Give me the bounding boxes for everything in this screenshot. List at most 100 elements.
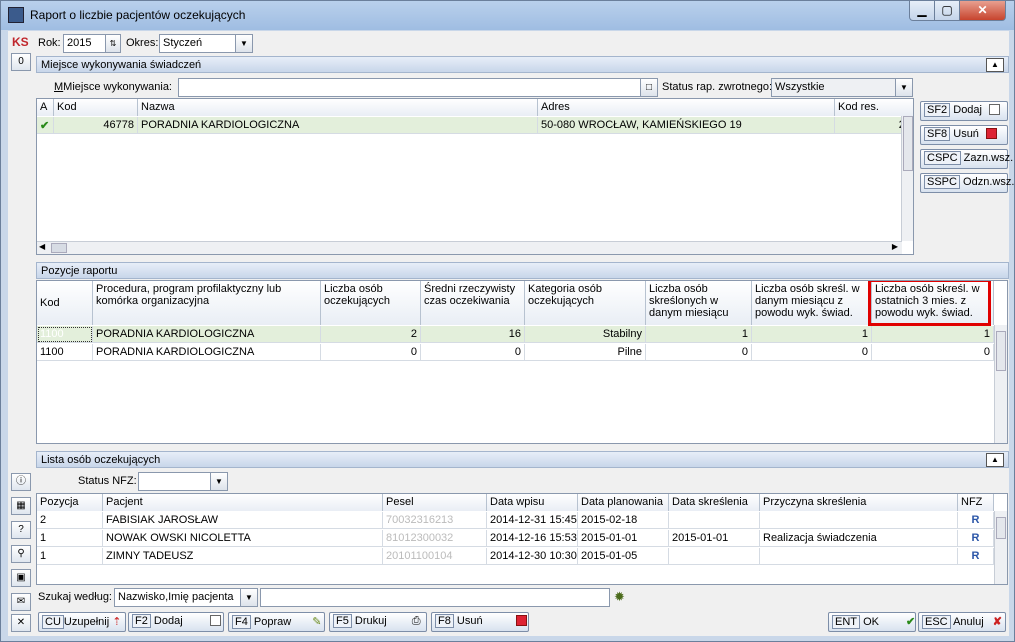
col-data-planowania[interactable]: Data planowania	[578, 494, 669, 511]
okres-select[interactable]: Styczeń ▼	[159, 34, 253, 53]
scroll-thumb[interactable]	[903, 116, 913, 171]
collapse-miejsca-icon[interactable]: ▲	[986, 58, 1004, 72]
col-skreslonych-wyk[interactable]: Liczba osób skreśl. w danym miesiącu z p…	[752, 281, 872, 325]
col-adres[interactable]: Adres	[538, 99, 835, 116]
status-nfz-label: Status NFZ:	[78, 475, 137, 487]
cell-pesel: 81012300032	[383, 530, 487, 547]
uzupelnij-button[interactable]: CU Uzupełnij ⇡	[38, 612, 126, 632]
chevron-down-icon[interactable]: ▼	[895, 79, 912, 96]
col-kodres[interactable]: Kod res.	[835, 99, 913, 116]
col-pozycja[interactable]: Pozycja	[37, 494, 103, 511]
col-kod[interactable]: Kod	[37, 281, 93, 325]
miejsce-input[interactable]: □	[178, 78, 658, 97]
cell-data-skreslenia: 2015-01-01	[669, 530, 760, 547]
chevron-down-icon[interactable]: ▼	[240, 589, 257, 606]
highlight-box	[868, 281, 991, 326]
col-nazwa[interactable]: Nazwa	[138, 99, 538, 116]
spinner-arrows-icon[interactable]: ⇅	[105, 35, 120, 52]
search-icon[interactable]: ⚲	[11, 545, 31, 563]
nfz-report-icon[interactable]: R	[958, 530, 994, 547]
zero-button[interactable]: 0	[11, 53, 31, 71]
collapse-lista-icon[interactable]: ▲	[986, 453, 1004, 467]
col-skreslonych[interactable]: Liczba osób skreślonych w danym miesiącu	[646, 281, 752, 325]
dodaj-miejsce-button[interactable]: SF2 Dodaj	[920, 101, 1008, 121]
lookup-icon[interactable]: □	[640, 79, 657, 96]
vertical-scrollbar[interactable]	[994, 325, 1007, 443]
table-row[interactable]: ✔ 46778 PORADNIA KARDIOLOGICZNA 50-080 W…	[37, 117, 913, 134]
table-row[interactable]: 1100 PORADNIA KARDIOLOGICZNA 2 16 Stabil…	[37, 326, 1007, 343]
search-input[interactable]	[260, 588, 610, 607]
search-gear-icon[interactable]: ✹	[614, 589, 625, 605]
chevron-down-icon[interactable]: ▼	[235, 35, 252, 52]
anuluj-button[interactable]: ESC Anuluj ✘	[918, 612, 1006, 632]
calculator-icon[interactable]: ▦	[11, 497, 31, 515]
scroll-left-icon[interactable]: ◀	[39, 242, 45, 251]
col-data-skreslenia[interactable]: Data skreślenia	[669, 494, 760, 511]
status-nfz-select[interactable]: ▼	[138, 472, 228, 491]
col-a[interactable]: A	[37, 99, 54, 116]
ok-button[interactable]: ENT OK ✔	[828, 612, 916, 632]
szukaj-select[interactable]: Nazwisko,Imię pacjenta ▼	[114, 588, 258, 607]
miejsca-grid: A Kod Nazwa Adres Kod res. ✔ 46778 PORAD…	[36, 98, 914, 255]
minimize-button[interactable]: ▁	[909, 1, 935, 21]
mail-icon[interactable]: ✉	[11, 593, 31, 611]
usun-miejsce-button[interactable]: SF8 Usuń	[920, 125, 1008, 145]
col-sredni-czas[interactable]: Średni rzeczywisty czas oczekiwania	[421, 281, 525, 325]
cell-kategoria: Stabilny	[525, 326, 646, 343]
table-row[interactable]: 1100 PORADNIA KARDIOLOGICZNA 0 0 Pilne 0…	[37, 344, 1007, 361]
info-icon[interactable]: ⓘ	[11, 473, 31, 491]
horizontal-scrollbar[interactable]: ◀ ▶	[37, 241, 902, 254]
okres-label: Okres:	[126, 37, 159, 49]
col-nfz[interactable]: NFZ	[958, 494, 994, 511]
cell-skreslonych: 1	[646, 326, 752, 343]
document-icon	[209, 615, 221, 626]
col-pesel[interactable]: Pesel	[383, 494, 487, 511]
drukuj-button[interactable]: F5 Drukuj ⎙	[329, 612, 427, 632]
maximize-button[interactable]: ▢	[934, 1, 960, 21]
status-rap-select[interactable]: Wszystkie ▼	[771, 78, 913, 97]
cell-data-skreslenia	[669, 548, 760, 565]
chevron-down-icon[interactable]: ▼	[210, 473, 227, 490]
check-icon[interactable]: ✔	[37, 117, 54, 134]
popraw-button[interactable]: F4 Popraw ✎	[228, 612, 325, 632]
col-przyczyna[interactable]: Przyczyna skreślenia	[760, 494, 958, 511]
col-liczba-oczekujacych[interactable]: Liczba osób oczekujących	[321, 281, 421, 325]
vertical-scrollbar[interactable]	[994, 511, 1007, 584]
table-row[interactable]: 1 NOWAK OWSKI NICOLETTA 81012300032 2014…	[37, 530, 1007, 547]
vertical-scrollbar[interactable]	[901, 116, 913, 241]
col-data-wpisu[interactable]: Data wpisu	[487, 494, 578, 511]
cell-data-skreslenia	[669, 512, 760, 529]
rok-spinner[interactable]: 2015 ⇅	[63, 34, 121, 53]
okres-value: Styczeń	[163, 37, 203, 49]
cell-czas: 0	[421, 344, 525, 361]
table-row[interactable]: 1 ZIMNY TADEUSZ 20101100104 2014-12-30 1…	[37, 548, 1007, 565]
zaznacz-wszystkie-button[interactable]: CSPC Zazn.wsz.	[920, 149, 1013, 169]
cell-skreslonych-wyk: 1	[752, 326, 872, 343]
scroll-thumb[interactable]	[51, 243, 67, 253]
dodaj-button[interactable]: F2 Dodaj	[128, 612, 224, 632]
cell-pacjent: NOWAK OWSKI NICOLETTA	[103, 530, 383, 547]
cell-adres: 50-080 WROCŁAW, KAMIEŃSKIEGO 19	[538, 117, 835, 134]
col-pacjent[interactable]: Pacjent	[103, 494, 383, 511]
scroll-thumb[interactable]	[996, 517, 1006, 539]
table-row[interactable]: 2 FABISIAK JAROSŁAW 70032316213 2014-12-…	[37, 512, 1007, 529]
delete-icon	[986, 128, 997, 139]
cell-pesel: 20101100104	[383, 548, 487, 565]
col-kod[interactable]: Kod	[54, 99, 138, 116]
document-icon	[989, 104, 1001, 115]
image-icon[interactable]: ▣	[11, 569, 31, 587]
close-button[interactable]: ✕	[959, 1, 1006, 21]
help-icon[interactable]: ?	[11, 521, 31, 539]
usun-button[interactable]: F8 Usuń	[431, 612, 529, 632]
cell-kod: 1100	[37, 326, 93, 343]
scroll-right-icon[interactable]: ▶	[892, 242, 898, 251]
title-bar[interactable]: Raport o liczbie pacjentów oczekujących …	[1, 1, 1014, 30]
pozycje-grid-header: Kod Procedura, program profilaktyczny lu…	[37, 281, 1007, 325]
scroll-thumb[interactable]	[996, 331, 1006, 371]
col-kategoria[interactable]: Kategoria osób oczekujących	[525, 281, 646, 325]
col-procedura[interactable]: Procedura, program profilaktyczny lub ko…	[93, 281, 321, 325]
odznacz-wszystkie-button[interactable]: SSPC Odzn.wsz.	[920, 173, 1014, 193]
close-small-icon[interactable]: ✕	[11, 614, 31, 632]
nfz-report-icon[interactable]: R	[958, 512, 994, 529]
nfz-report-icon[interactable]: R	[958, 548, 994, 565]
